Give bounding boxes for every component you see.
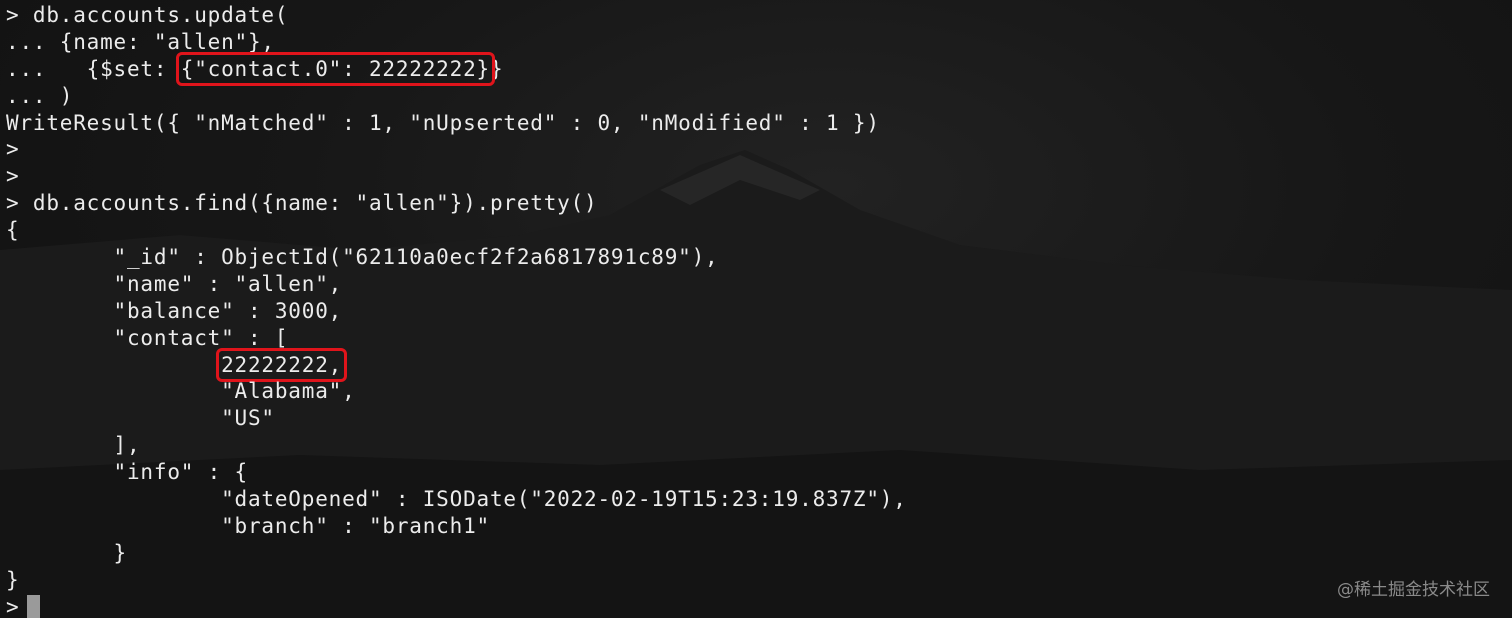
terminal-line: ... {$set: {"contact.0": 22222222}}: [6, 51, 907, 86]
line-text: ],: [6, 433, 141, 458]
terminal-line: "contact" : [: [6, 325, 907, 352]
terminal-output: > db.accounts.update(... {name: "allen"}…: [6, 2, 907, 618]
line-text: >: [6, 164, 20, 189]
line-text: > db.accounts.update(: [6, 3, 289, 27]
line-text: }: [6, 567, 20, 592]
line-text: ... ): [6, 83, 74, 108]
line-text: > db.accounts.find({name: "allen"}).pret…: [6, 191, 598, 216]
line-text: "_id" : ObjectId("62110a0ecf2f2a6817891c…: [6, 245, 719, 270]
line-text: "name" : "allen",: [6, 271, 343, 296]
line-text: [6, 353, 221, 377]
terminal-line: > db.accounts.find({name: "allen"}).pret…: [6, 190, 907, 217]
terminal-line: ... {name: "allen"},: [6, 29, 907, 56]
terminal-line: ],: [6, 432, 907, 459]
line-text: "branch" : "branch1": [6, 513, 490, 538]
highlight-box: {"contact.0": 22222222}: [175, 51, 495, 86]
terminal-line: "dateOpened" : ISODate("2022-02-19T15:23…: [6, 486, 907, 513]
terminal-line: "balance" : 3000,: [6, 298, 907, 325]
terminal-line: >: [6, 136, 907, 163]
line-text: {: [6, 218, 20, 243]
terminal-line: {: [6, 217, 907, 244]
terminal-line: "info" : {: [6, 459, 907, 486]
terminal-line: }: [6, 540, 907, 567]
terminal-line: "name" : "allen",: [6, 271, 907, 298]
terminal-line: 22222222,: [6, 347, 907, 382]
line-text: }: [6, 540, 127, 565]
line-text: WriteResult({ "nMatched" : 1, "nUpserted…: [6, 110, 880, 135]
line-text: }: [489, 56, 504, 81]
terminal-line: "US": [6, 405, 907, 432]
terminal-line: "Alabama",: [6, 378, 907, 405]
highlight-box: 22222222,: [216, 347, 348, 382]
prompt-line[interactable]: >: [6, 594, 907, 618]
line-text: "Alabama",: [6, 379, 356, 404]
prompt-symbol: >: [6, 594, 20, 618]
terminal-line: "branch" : "branch1": [6, 513, 907, 540]
terminal-line: WriteResult({ "nMatched" : 1, "nUpserted…: [6, 110, 907, 137]
watermark: @稀土掘金技术社区: [1337, 580, 1490, 600]
line-text: "balance" : 3000,: [6, 298, 343, 323]
line-text: "dateOpened" : ISODate("2022-02-19T15:23…: [6, 487, 907, 512]
line-text: "info" : {: [6, 460, 248, 485]
terminal-line: > db.accounts.update(: [6, 2, 907, 29]
line-text: ... {$set:: [6, 56, 181, 81]
terminal-line: "_id" : ObjectId("62110a0ecf2f2a6817891c…: [6, 244, 907, 271]
line-text: "contact" : [: [6, 325, 289, 350]
terminal-line: }: [6, 567, 907, 594]
terminal-line: ... ): [6, 83, 907, 110]
terminal-window[interactable]: > db.accounts.update(... {name: "allen"}…: [0, 0, 1512, 618]
terminal-line: >: [6, 163, 907, 190]
line-text: "US": [6, 406, 275, 431]
text-cursor: [27, 594, 41, 618]
line-text: ... {name: "allen"},: [6, 29, 275, 54]
line-text: >: [6, 137, 20, 162]
